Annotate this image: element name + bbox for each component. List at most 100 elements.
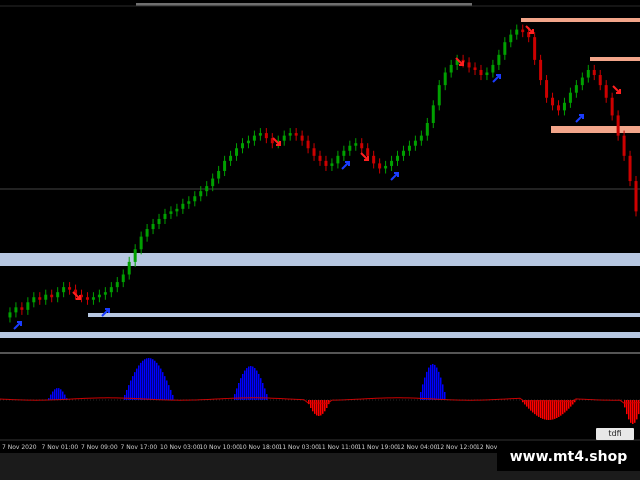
candle-body — [360, 143, 364, 149]
candle-body — [258, 133, 262, 136]
candle-body — [390, 160, 394, 166]
candle-body — [151, 224, 155, 230]
oscillator-bar — [318, 400, 320, 416]
candle-body — [628, 155, 632, 182]
oscillator-bar — [266, 394, 268, 400]
candle-body — [515, 29, 519, 35]
oscillator-bar — [248, 366, 250, 400]
candle-body — [378, 163, 382, 169]
oscillator-bar — [246, 368, 248, 400]
oscillator-bar — [148, 358, 150, 400]
candle-body — [181, 203, 185, 209]
oscillator-bar — [428, 367, 430, 400]
oscillator-bar — [50, 394, 52, 400]
candle-body — [38, 297, 42, 300]
candle-body — [211, 178, 215, 187]
candle-body — [407, 145, 411, 151]
x-axis-tick-label: 7 Nov 09:00 — [81, 444, 118, 451]
oscillator-bar — [624, 400, 626, 408]
oscillator-bar — [324, 400, 326, 412]
candle-body — [91, 297, 95, 300]
candle-body — [580, 77, 584, 86]
resistance-zone[interactable] — [521, 18, 640, 22]
candle-body — [139, 236, 143, 250]
candle-body — [431, 105, 435, 123]
oscillator-bar — [62, 391, 64, 400]
candle-body — [199, 191, 203, 197]
x-axis-tick-label: 7 Nov 01:00 — [42, 444, 79, 451]
oscillator-bar — [152, 359, 154, 400]
candle-body — [556, 105, 560, 111]
candle-body — [62, 287, 66, 293]
resistance-zone[interactable] — [551, 126, 640, 133]
resistance-zone[interactable] — [590, 57, 640, 61]
oscillator-bar — [162, 372, 164, 400]
candle-body — [396, 155, 400, 161]
candle-body — [551, 97, 555, 106]
oscillator-bar — [156, 362, 158, 400]
support-zone[interactable] — [0, 253, 640, 266]
x-axis-tick-label: 11 Nov 19:00 — [358, 444, 399, 451]
candle-body — [604, 85, 608, 98]
oscillator-bar — [540, 400, 542, 419]
candle-body — [217, 170, 221, 179]
oscillator-bar — [538, 400, 540, 417]
oscillator-bar — [58, 388, 60, 400]
candle-body — [20, 307, 24, 310]
candle-body — [294, 133, 298, 136]
candle-body — [372, 155, 376, 164]
candle-body — [419, 135, 423, 141]
candle-body — [598, 75, 602, 86]
oscillator-bar — [554, 400, 556, 419]
oscillator-bar — [536, 400, 538, 416]
candle-body — [592, 69, 596, 76]
candle-body — [26, 302, 30, 310]
candle-body — [187, 201, 191, 204]
candle-body — [240, 143, 244, 149]
candle-body — [479, 69, 483, 76]
oscillator-bar — [132, 376, 134, 400]
oscillator-bar — [564, 400, 566, 413]
candle-body — [229, 155, 233, 161]
oscillator-bar — [314, 400, 316, 414]
x-axis-tick-label: 12 Nov 04:00 — [397, 444, 438, 451]
x-axis-tick-label: 10 Nov 03:00 — [160, 444, 201, 451]
oscillator-bar — [60, 389, 62, 400]
oscillator-bar — [242, 373, 244, 400]
oscillator-bar — [548, 400, 550, 420]
oscillator-bar — [634, 400, 636, 423]
oscillator-bar — [238, 383, 240, 400]
candle-body — [324, 160, 328, 166]
oscillator-bar — [308, 400, 310, 405]
support-zone[interactable] — [88, 313, 640, 317]
oscillator-bar — [550, 400, 552, 420]
oscillator-bar — [138, 365, 140, 400]
oscillator-bar — [168, 385, 170, 400]
oscillator-bar — [310, 400, 312, 408]
price-chart[interactable]: 7 Nov 2020 7 Nov 01:00 7 Nov 09:00 7 Nov 17… — [0, 0, 640, 480]
candle-body — [413, 140, 417, 146]
oscillator-bar — [422, 384, 424, 400]
oscillator-bar — [630, 400, 632, 423]
candle-body — [282, 135, 286, 141]
oscillator-bar — [316, 400, 318, 416]
oscillator-bar — [442, 384, 444, 400]
oscillator-bar — [252, 366, 254, 400]
support-zone[interactable] — [0, 332, 640, 338]
oscillator-bar — [434, 364, 436, 400]
x-axis-tick-label: 7 Nov 17:00 — [121, 444, 158, 451]
oscillator-bar — [130, 380, 132, 400]
oscillator-bar — [562, 400, 564, 415]
candle-body — [354, 143, 358, 146]
candle-body — [157, 218, 161, 224]
candle-body — [56, 292, 60, 298]
oscillator-bar — [160, 368, 162, 400]
oscillator-bar — [560, 400, 562, 416]
candle-body — [288, 133, 292, 136]
candle-body — [437, 85, 441, 106]
oscillator-bar — [52, 391, 54, 400]
oscillator-bar — [534, 400, 536, 415]
oscillator-bar — [134, 372, 136, 400]
candle-body — [97, 294, 101, 298]
oscillator-bar — [320, 400, 322, 416]
